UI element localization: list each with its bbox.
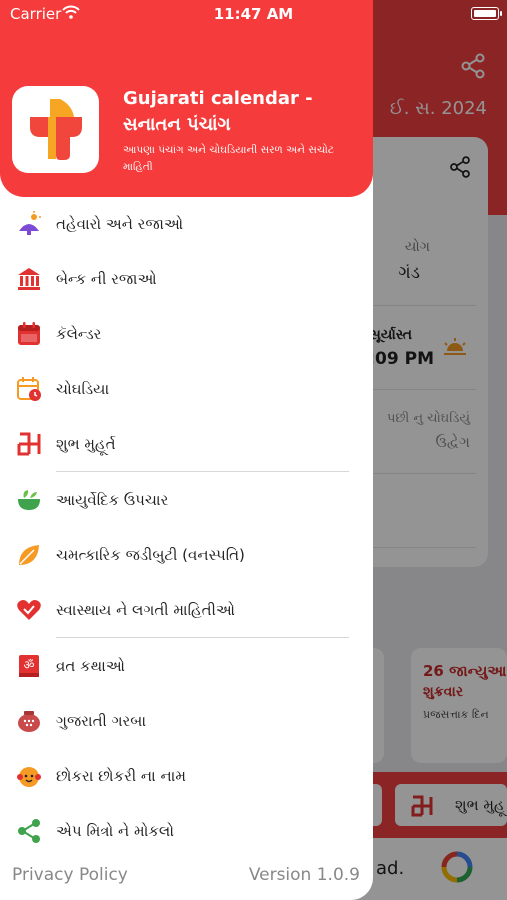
drawer-footer: Privacy Policy Version 1.0.9 xyxy=(0,860,373,890)
navigation-drawer: Gujarati calendar - સનાતન પંચાંગ આપણા પં… xyxy=(0,0,373,900)
bank-icon xyxy=(16,266,42,292)
menu-item-garba[interactable]: ગુજરાતી ગરબા xyxy=(0,694,373,748)
heart-icon xyxy=(16,597,42,623)
swastik-icon xyxy=(16,431,42,457)
drawer-header: Gujarati calendar - સનાતન પંચાંગ આપણા પં… xyxy=(0,0,373,197)
menu-item-label: ચમત્કારિક જડીબુટી (વનસ્પતિ) xyxy=(56,546,245,564)
menu-item-label: શુભ મુહૂર્ત xyxy=(56,435,116,453)
svg-text:ॐ: ॐ xyxy=(24,658,35,672)
menu-item-label: વ્રત કથાઓ xyxy=(56,657,125,675)
app-title: Gujarati calendar - સનાતન પંચાંગ xyxy=(123,88,313,135)
garba-icon xyxy=(16,708,42,734)
app-logo xyxy=(12,86,99,173)
menu-item-label: છોકરા છોકરી ના નામ xyxy=(56,767,186,785)
menu-item-label: આયુર્વેદિક ઉપચાર xyxy=(56,491,169,509)
menu-item-label: તહેવારો અને રજાઓ xyxy=(56,215,184,233)
menu-item-share-app[interactable]: એપ મિત્રો ને મોકલો xyxy=(0,804,373,858)
mortar-icon xyxy=(16,487,42,513)
app-subtitle: આપણા પંચાંગ અને ચોઘડિયાની સરળ અને સચોટ મ… xyxy=(123,144,334,173)
battery-icon xyxy=(471,7,502,20)
share-icon xyxy=(16,818,42,844)
menu-divider xyxy=(56,471,349,472)
menu-item-vrat-katha[interactable]: ॐ વ્રત કથાઓ xyxy=(0,639,373,693)
menu-item-health[interactable]: સ્વાસ્થાય ને લગતી માહિતીઓ xyxy=(0,583,373,637)
menu-item-festivals[interactable]: તહેવારો અને રજાઓ xyxy=(0,197,373,251)
menu-divider xyxy=(56,637,349,638)
menu-item-label: બેન્ક ની રજાઓ xyxy=(56,270,157,288)
baby-icon xyxy=(16,763,42,789)
menu-item-label: એપ મિત્રો ને મોકલો xyxy=(56,822,175,840)
clock: 11:47 AM xyxy=(213,5,294,23)
version-label: Version 1.0.9 xyxy=(248,865,360,885)
menu-item-shubh-muhurat[interactable]: શુભ મુહૂર્ત xyxy=(0,417,373,471)
leaf-icon xyxy=(16,542,42,568)
menu-item-baby-names[interactable]: છોકરા છોકરી ના નામ xyxy=(0,749,373,803)
menu-item-ayurvedic[interactable]: આયુર્વેદિક ઉપચાર xyxy=(0,473,373,527)
festival-icon xyxy=(16,211,42,237)
app-logo-icon xyxy=(30,99,82,160)
privacy-policy-link[interactable]: Privacy Policy xyxy=(12,865,128,885)
menu-item-calendar[interactable]: કૅલેન્ડર xyxy=(0,307,373,361)
menu-item-herbs[interactable]: ચમત્કારિક જડીબુટી (વનસ્પતિ) xyxy=(0,528,373,582)
menu-item-choghadiya[interactable]: ચોઘડિયા xyxy=(0,362,373,416)
menu-item-bank-holidays[interactable]: બેન્ક ની રજાઓ xyxy=(0,252,373,306)
menu-item-label: ગુજરાતી ગરબા xyxy=(56,712,146,730)
menu-item-label: સ્વાસ્થાય ને લગતી માહિતીઓ xyxy=(56,601,235,619)
calendar-icon xyxy=(16,321,42,347)
status-bar: Carrier 11:47 AM xyxy=(0,0,507,28)
om-book-icon: ॐ xyxy=(16,653,42,679)
choghadiya-icon xyxy=(16,376,42,402)
menu-item-label: ચોઘડિયા xyxy=(56,380,110,398)
menu-item-label: કૅલેન્ડર xyxy=(56,325,102,343)
